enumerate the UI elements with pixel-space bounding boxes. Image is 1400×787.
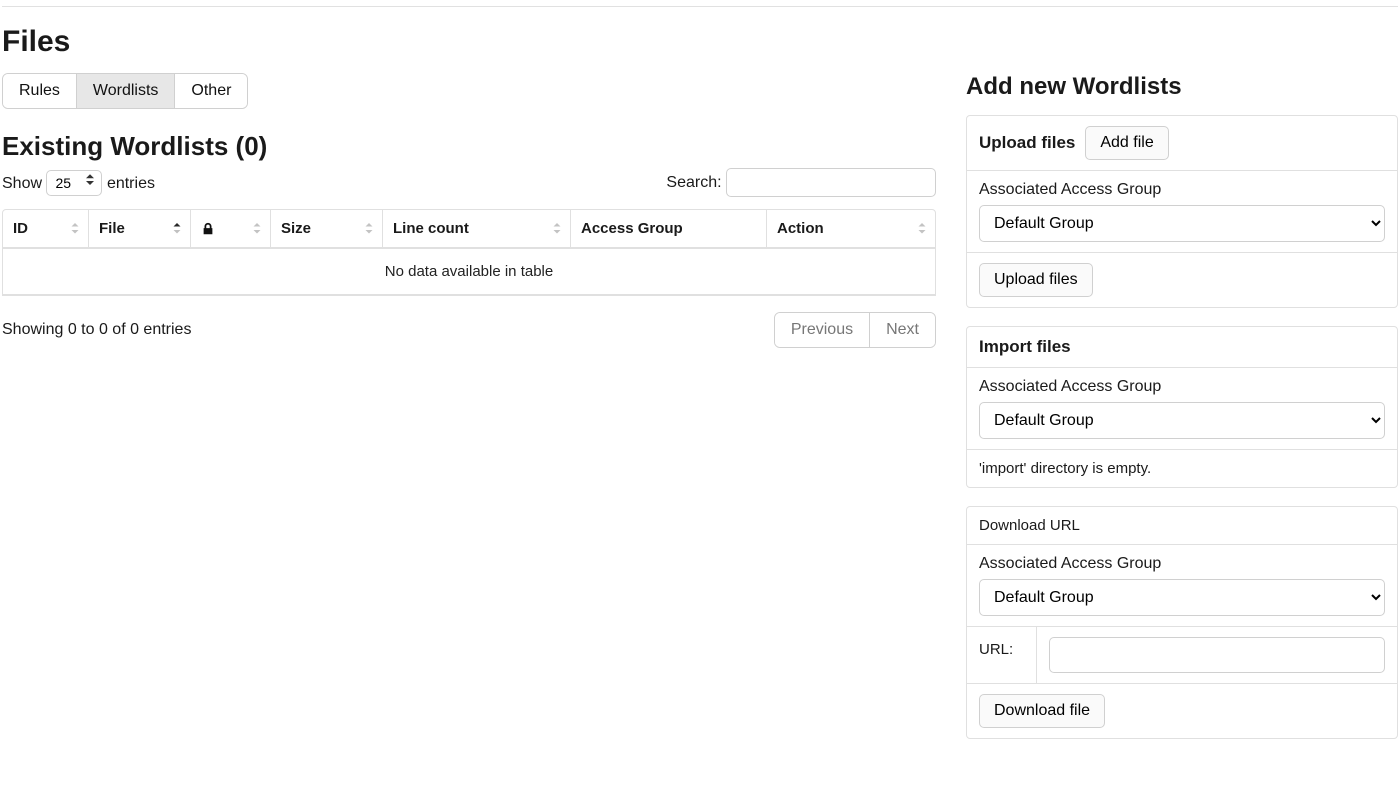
upload-files-button[interactable]: Upload files [979, 263, 1093, 297]
upload-panel: Upload files Add file Associated Access … [966, 115, 1398, 308]
import-panel: Import files Associated Access Group Def… [966, 326, 1398, 488]
table-info: Showing 0 to 0 of 0 entries [2, 321, 191, 339]
sort-icon [362, 221, 376, 235]
col-linecount-label: Line count [393, 220, 469, 237]
col-access-label: Access Group [581, 220, 683, 237]
col-lock[interactable] [191, 210, 271, 249]
page-title: Files [2, 25, 1398, 59]
download-panel: Download URL Associated Access Group Def… [966, 506, 1398, 739]
tab-rules[interactable]: Rules [3, 74, 77, 108]
sort-icon [550, 221, 564, 235]
import-group-label: Associated Access Group [979, 378, 1385, 396]
import-header: Import files [979, 337, 1071, 357]
col-size[interactable]: Size [271, 210, 383, 249]
lock-icon [201, 222, 215, 236]
sort-icon [68, 221, 82, 235]
search-label: Search: [666, 174, 721, 191]
col-linecount[interactable]: Line count [383, 210, 571, 249]
existing-wordlists-heading: Existing Wordlists (0) [2, 131, 936, 162]
download-header: Download URL [979, 517, 1080, 534]
length-suffix: entries [107, 175, 155, 192]
wordlists-table: ID File Size [2, 209, 936, 296]
url-input[interactable] [1049, 637, 1385, 673]
add-wordlists-heading: Add new Wordlists [966, 73, 1398, 101]
add-file-button[interactable]: Add file [1085, 126, 1168, 160]
length-prefix: Show [2, 175, 42, 192]
col-size-label: Size [281, 220, 311, 237]
tab-other[interactable]: Other [175, 74, 247, 108]
file-type-tabs: Rules Wordlists Other [2, 73, 248, 109]
url-label: URL: [967, 627, 1037, 683]
col-action-label: Action [777, 220, 824, 237]
empty-row: No data available in table [3, 249, 935, 295]
sort-icon [250, 221, 264, 235]
import-group-select[interactable]: Default Group [979, 402, 1385, 439]
download-file-button[interactable]: Download file [979, 694, 1105, 728]
upload-group-label: Associated Access Group [979, 181, 1385, 199]
download-group-label: Associated Access Group [979, 555, 1385, 573]
upload-group-select[interactable]: Default Group [979, 205, 1385, 242]
upload-header: Upload files [979, 133, 1075, 153]
download-group-select[interactable]: Default Group [979, 579, 1385, 616]
col-action[interactable]: Action [767, 210, 935, 249]
sort-icon [915, 221, 929, 235]
col-file[interactable]: File [89, 210, 191, 249]
col-access-group[interactable]: Access Group [571, 210, 767, 249]
sort-asc-icon [170, 221, 184, 235]
col-file-label: File [99, 220, 125, 237]
tab-wordlists[interactable]: Wordlists [77, 74, 176, 108]
search-input[interactable] [726, 168, 936, 197]
col-id[interactable]: ID [3, 210, 89, 249]
col-id-label: ID [13, 220, 28, 237]
import-empty-message: 'import' directory is empty. [979, 460, 1151, 477]
pagination: Previous Next [774, 312, 936, 348]
pager-previous[interactable]: Previous [775, 313, 870, 347]
pager-next[interactable]: Next [870, 313, 935, 347]
entries-per-page-select[interactable]: 102550100 [46, 170, 102, 196]
